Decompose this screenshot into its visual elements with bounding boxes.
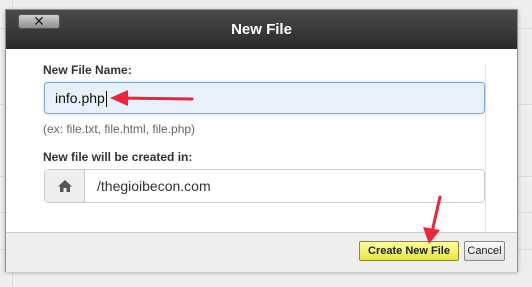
annotation-arrow-left-icon [110, 90, 194, 106]
cancel-button[interactable]: Cancel [464, 241, 505, 261]
file-name-value: info.php [55, 90, 105, 106]
dialog-scrollbar[interactable] [485, 64, 499, 234]
dialog-title: New File [231, 21, 292, 38]
close-button[interactable]: ✕ [18, 14, 60, 29]
close-icon: ✕ [33, 13, 45, 29]
annotation-arrow-down-icon [423, 195, 442, 244]
file-name-label: New File Name: [43, 63, 132, 77]
dialog-titlebar: ✕ New File [6, 10, 517, 49]
text-cursor [105, 91, 107, 108]
home-icon [45, 170, 85, 202]
file-name-hint: (ex: file.txt, file.html, file.php) [43, 122, 196, 136]
location-label: New file will be created in: [43, 150, 193, 164]
location-field[interactable]: /thegioibecon.com [44, 169, 485, 203]
location-value: /thegioibecon.com [97, 178, 211, 194]
